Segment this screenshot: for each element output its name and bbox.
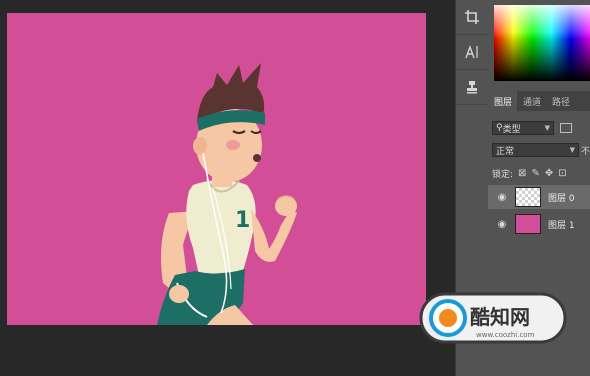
panel-tabs: 图层 通道 路径	[488, 91, 590, 111]
text-tool-icon[interactable]	[456, 35, 488, 70]
svg-text:1: 1	[235, 208, 250, 233]
runner-illustration: 1	[7, 13, 426, 325]
layer-name: 图层 1	[548, 220, 575, 231]
lock-label: 锁定:	[492, 169, 514, 180]
search-icon: ⚲	[496, 123, 503, 133]
layer-thumbnail	[515, 214, 541, 234]
blend-mode-label: 正常	[496, 146, 515, 157]
lock-artboard-icon[interactable]: ⊡	[558, 168, 566, 179]
layer-kind-select[interactable]: ⚲ 类型 ▼	[492, 121, 554, 135]
opacity-label: 不	[580, 146, 590, 157]
svg-text:www.coozhi.com: www.coozhi.com	[476, 331, 535, 339]
tab-paths[interactable]: 路径	[546, 91, 575, 111]
blend-row: 正常 ▼ 不	[492, 142, 590, 158]
color-spectrum[interactable]	[494, 5, 590, 81]
eye-icon[interactable]: ◉	[495, 192, 509, 203]
stamp-tool-icon[interactable]	[456, 70, 488, 105]
watermark-logo: 酷知网 www.coozhi.com	[418, 288, 568, 348]
chevron-down-icon: ▼	[569, 146, 575, 154]
crop-tool-icon[interactable]	[456, 0, 488, 35]
tab-channels[interactable]: 通道	[517, 91, 546, 111]
lock-position-icon[interactable]: ✥	[545, 168, 553, 179]
image-canvas[interactable]: 1	[7, 13, 426, 325]
tab-layers[interactable]: 图层	[488, 91, 518, 111]
document-workspace: 1	[0, 0, 455, 376]
lock-transparent-icon[interactable]: ⊠	[518, 168, 526, 179]
image-filter-icon[interactable]	[560, 123, 572, 133]
lock-row: 锁定: ⊠ ✎ ✥ ⊡	[492, 166, 590, 180]
layer-row[interactable]: ◉ 图层 0	[488, 185, 590, 209]
layer-filter-row: ⚲ 类型 ▼	[492, 120, 590, 136]
layer-name: 图层 0	[548, 193, 575, 204]
lock-brush-icon[interactable]: ✎	[531, 168, 539, 179]
svg-text:酷知网: 酷知网	[470, 305, 530, 329]
layer-thumbnail	[515, 187, 541, 207]
layer-kind-label: 类型	[502, 124, 521, 135]
chevron-down-icon: ▼	[544, 124, 550, 132]
eye-icon[interactable]: ◉	[495, 219, 509, 230]
blend-mode-select[interactable]: 正常 ▼	[492, 143, 579, 157]
layer-row[interactable]: ◉ 图层 1	[488, 212, 590, 236]
